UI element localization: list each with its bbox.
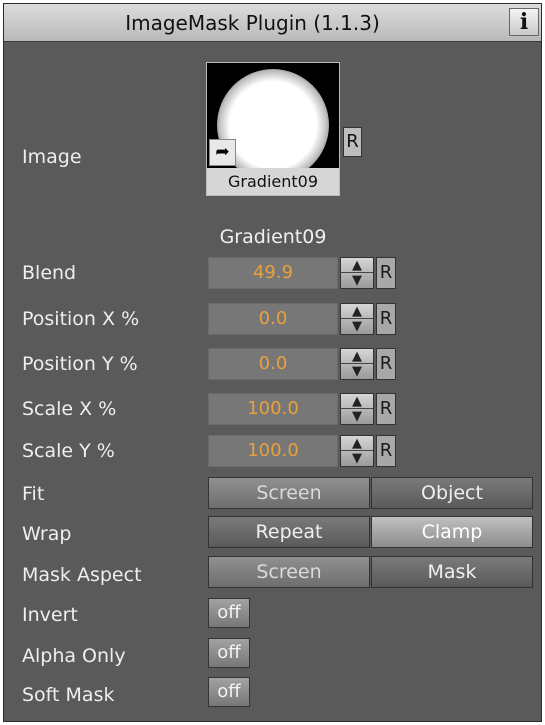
- link-arrow-icon[interactable]: ➦: [209, 139, 236, 166]
- image-reset-button[interactable]: R: [343, 127, 362, 157]
- fit-screen-button[interactable]: Screen: [208, 477, 370, 509]
- fit-label: Fit: [22, 483, 45, 505]
- wrap-clamp-button[interactable]: Clamp: [371, 516, 533, 548]
- image-label: Image: [22, 146, 82, 168]
- spin-up-arrow-icon[interactable]: ▲: [341, 436, 373, 451]
- spin-down-arrow-icon[interactable]: ▼: [341, 319, 373, 334]
- spin-down-arrow-icon[interactable]: ▼: [341, 364, 373, 379]
- soft-mask-label: Soft Mask: [22, 684, 115, 706]
- invert-label: Invert: [22, 604, 78, 626]
- scale-y-reset-button[interactable]: R: [376, 435, 396, 467]
- scale-x-reset-button[interactable]: R: [376, 393, 396, 425]
- position-y-reset-button[interactable]: R: [376, 348, 396, 380]
- spin-down-arrow-icon[interactable]: ▼: [341, 451, 373, 466]
- scale-y-label: Scale Y %: [22, 440, 115, 462]
- spin-down-arrow-icon[interactable]: ▼: [341, 273, 373, 288]
- spin-up-arrow-icon[interactable]: ▲: [341, 258, 373, 273]
- wrap-label: Wrap: [22, 523, 72, 545]
- scale-y-spinner[interactable]: ▲ ▼: [340, 435, 374, 467]
- spin-up-arrow-icon[interactable]: ▲: [341, 394, 373, 409]
- spin-up-arrow-icon[interactable]: ▲: [341, 304, 373, 319]
- scale-x-input[interactable]: 100.0: [208, 393, 338, 425]
- fit-object-button[interactable]: Object: [371, 477, 533, 509]
- blend-label: Blend: [22, 262, 77, 284]
- position-x-reset-button[interactable]: R: [376, 303, 396, 335]
- position-x-spinner[interactable]: ▲ ▼: [340, 303, 374, 335]
- position-x-label: Position X %: [22, 308, 140, 330]
- position-y-input[interactable]: 0.0: [208, 348, 338, 380]
- panel-title: ImageMask Plugin (1.1.3): [125, 11, 380, 35]
- image-thumbnail[interactable]: ➦ Gradient09: [206, 62, 340, 196]
- spin-up-arrow-icon[interactable]: ▲: [341, 349, 373, 364]
- scale-y-input[interactable]: 100.0: [208, 435, 338, 467]
- position-x-input[interactable]: 0.0: [208, 303, 338, 335]
- mask-aspect-label: Mask Aspect: [22, 564, 142, 586]
- info-icon[interactable]: i: [509, 8, 539, 36]
- title-bar: ImageMask Plugin (1.1.3) i: [4, 4, 541, 42]
- mask-aspect-screen-button[interactable]: Screen: [208, 556, 370, 588]
- position-y-spinner[interactable]: ▲ ▼: [340, 348, 374, 380]
- mask-aspect-mask-button[interactable]: Mask: [371, 556, 533, 588]
- scale-x-label: Scale X %: [22, 398, 117, 420]
- blend-input[interactable]: 49.9: [208, 257, 338, 289]
- alpha-only-label: Alpha Only: [22, 645, 126, 667]
- wrap-repeat-button[interactable]: Repeat: [208, 516, 370, 548]
- thumbnail-caption: Gradient09: [207, 168, 339, 195]
- blend-spinner[interactable]: ▲ ▼: [340, 257, 374, 289]
- position-y-label: Position Y %: [22, 353, 138, 375]
- invert-toggle[interactable]: off: [208, 598, 250, 628]
- alpha-only-toggle[interactable]: off: [208, 638, 250, 668]
- spin-down-arrow-icon[interactable]: ▼: [341, 409, 373, 424]
- image-name: Gradient09: [219, 226, 327, 248]
- scale-x-spinner[interactable]: ▲ ▼: [340, 393, 374, 425]
- soft-mask-toggle[interactable]: off: [208, 677, 250, 707]
- blend-reset-button[interactable]: R: [376, 257, 396, 289]
